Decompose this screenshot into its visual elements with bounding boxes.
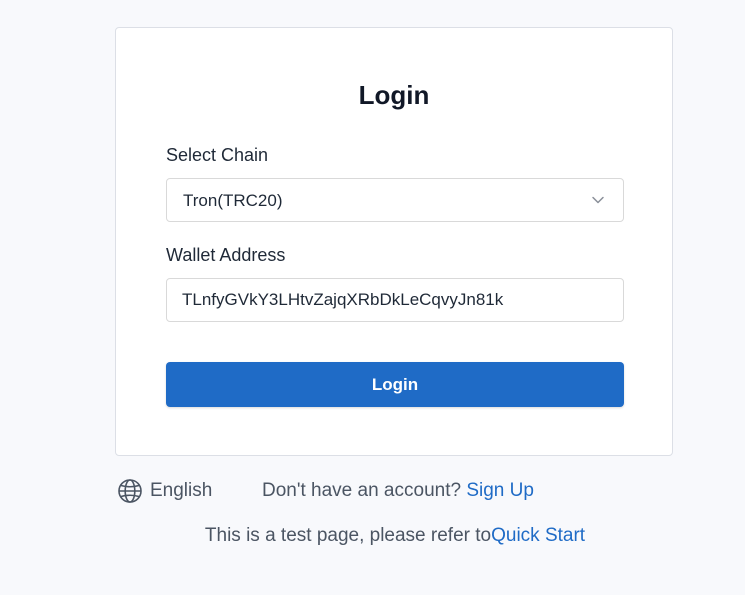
- signup-prompt: Don't have an account? Sign Up: [262, 480, 534, 502]
- chain-select[interactable]: Tron(TRC20): [166, 178, 624, 222]
- signup-prompt-text: Don't have an account?: [262, 480, 467, 501]
- test-page-note: This is a test page, please refer toQuic…: [0, 525, 745, 547]
- chain-select-value: Tron(TRC20): [183, 191, 283, 210]
- chevron-down-icon: [592, 196, 604, 204]
- signup-link[interactable]: Sign Up: [466, 480, 534, 501]
- login-card: Login Select Chain Tron(TRC20) Wallet Ad…: [115, 27, 673, 456]
- page-title: Login: [358, 80, 430, 110]
- wallet-address-input[interactable]: [166, 278, 624, 322]
- login-button[interactable]: Login: [166, 362, 624, 407]
- language-label: English: [150, 480, 213, 501]
- select-chain-label: Select Chain: [166, 145, 269, 165]
- wallet-address-label: Wallet Address: [166, 245, 286, 265]
- quick-start-link[interactable]: Quick Start: [491, 525, 585, 546]
- test-page-note-text: This is a test page, please refer to: [204, 525, 492, 546]
- globe-icon: [118, 479, 142, 503]
- language-switcher[interactable]: English: [117, 477, 212, 505]
